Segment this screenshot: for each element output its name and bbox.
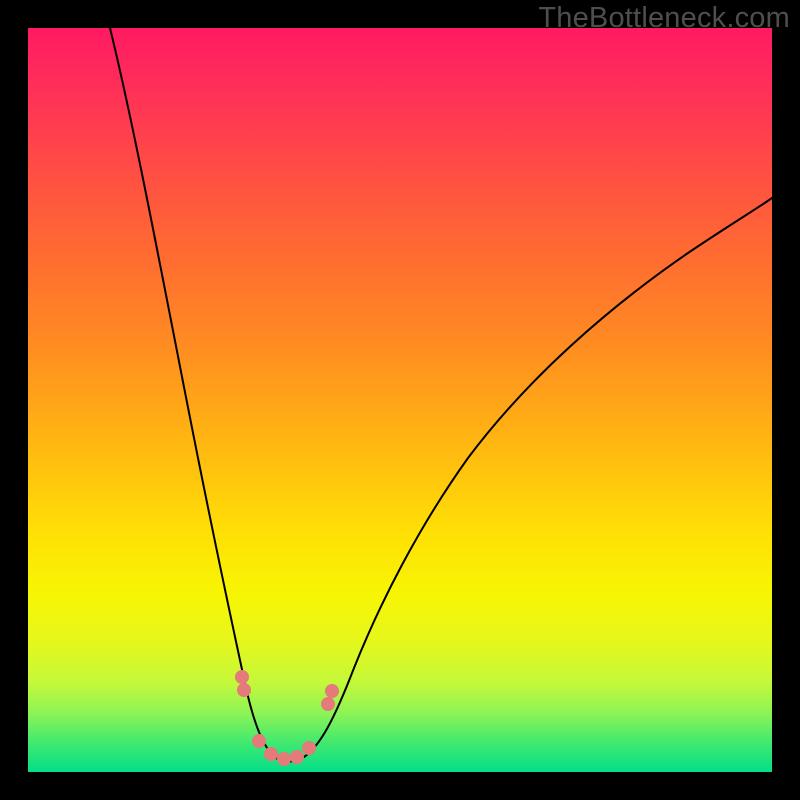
bottleneck-curve-svg — [28, 28, 772, 772]
marker-bottom-3 — [277, 752, 291, 766]
marker-bottom-4 — [290, 750, 304, 764]
marker-bottom-5 — [302, 741, 316, 755]
watermark-text: TheBottleneck.com — [538, 2, 790, 35]
marker-left-lower — [237, 683, 251, 697]
marker-right-lower — [321, 697, 335, 711]
marker-left-upper — [235, 670, 249, 684]
bottleneck-curve — [110, 28, 772, 762]
marker-right-upper — [325, 684, 339, 698]
marker-bottom-1 — [252, 734, 266, 748]
plot-area — [28, 28, 772, 772]
chart-frame: TheBottleneck.com — [0, 0, 800, 800]
marker-bottom-2 — [264, 747, 278, 761]
